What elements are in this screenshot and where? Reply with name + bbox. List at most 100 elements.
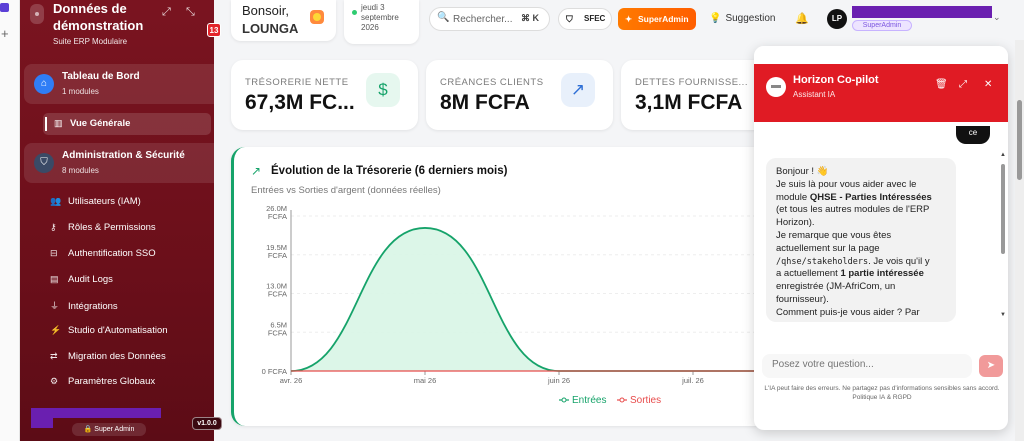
sidebar-item-migration[interactable]: ⇄ Migration des Données <box>50 351 166 367</box>
copilot-title: Horizon Co-pilot <box>793 74 879 86</box>
group-label: Tableau de Bord <box>62 71 140 82</box>
y-tick-label: 6.5M FCFA <box>268 320 287 337</box>
scroll-thumb[interactable] <box>1001 164 1005 254</box>
company-name: LOUNGA <box>242 21 299 36</box>
kpi-card-creances[interactable]: CRÉANCES CLIENTS 8M FCFA ↗ <box>426 60 613 130</box>
msg-line: (et tous les autres modules de l'ERP <box>776 204 930 216</box>
sidebar-item-label: Vue Générale <box>70 118 131 129</box>
send-button[interactable]: ➤ <box>979 355 1003 377</box>
group-count: 1 modules <box>62 87 99 96</box>
msg-line: Horizon). <box>776 217 815 229</box>
page-scrollbar[interactable] <box>1015 40 1024 441</box>
user-message-bubble: ce <box>956 126 990 144</box>
file-icon: ▤ <box>50 274 59 284</box>
question-input[interactable] <box>772 359 962 370</box>
sidebar-group-admin[interactable]: ⛉ Administration & Sécurité 8 modules <box>24 143 214 183</box>
assistant-message: Bonjour ! 👋 Je suis là pour vous aider a… <box>766 158 956 322</box>
sidebar-item-roles[interactable]: ⚷ Rôles & Permissions <box>50 222 156 238</box>
status-dot <box>352 10 357 15</box>
copilot-question-field[interactable] <box>762 354 972 378</box>
y-tick-label: 0 FCFA <box>262 367 287 376</box>
x-tick-label: avr. 26 <box>280 376 303 385</box>
greeting-card: Bonsoir, LOUNGA <box>231 0 336 41</box>
lock-icon: 🔒 <box>83 426 93 433</box>
msg-line: fournisseur). <box>776 293 829 305</box>
sidebar-item-sso[interactable]: ⊟ Authentification SSO <box>50 248 156 264</box>
msg-line: Comment puis-je vous aider ? Par <box>776 306 920 318</box>
bolt-icon: ⚡ <box>50 325 62 335</box>
sso-icon: ⊟ <box>50 248 58 258</box>
trend-up-icon: ↗ <box>561 73 595 107</box>
sidebar-item-audit[interactable]: ▤ Audit Logs <box>50 274 113 290</box>
sparkle-icon: ✦ <box>625 14 633 24</box>
shield-check-icon: ⛉ <box>566 14 573 24</box>
date-month: septembre <box>361 13 399 22</box>
kpi-label: CRÉANCES CLIENTS <box>440 77 544 88</box>
shield-icon: ⛉ <box>34 153 54 173</box>
suggestion-button[interactable]: 💡 Suggestion <box>709 13 776 24</box>
key-icon: ⚷ <box>50 222 57 232</box>
treasury-chart: 0 FCFA 6.5M FCFA 13.0M FCFA 19.5M FCFA 26.0M FCF… <box>262 204 771 406</box>
y-tick-label: 26.0M FCFA <box>266 204 287 221</box>
sidebar-item-settings[interactable]: ⚙ Paramètres Globaux <box>50 376 155 392</box>
msg-line: a actuellement 1 partie intéressée <box>776 268 924 280</box>
maximize-icon[interactable]: ⤢ <box>959 79 967 90</box>
arrows-icon: ⇄ <box>50 351 58 361</box>
sidebar-item-vue-generale[interactable]: ▥ Vue Générale <box>43 113 211 135</box>
sunset-icon <box>310 10 324 24</box>
msg-line: actuellement sur la page <box>776 242 880 254</box>
avatar[interactable]: LP <box>827 9 847 29</box>
scroll-down-icon[interactable]: ▼ <box>1000 312 1006 318</box>
superadmin-button[interactable]: ✦ SuperAdmin <box>618 8 696 30</box>
sidebar-group-dashboard[interactable]: ⌂ Tableau de Bord 1 modules <box>24 64 214 104</box>
series-area-Entrées <box>291 227 771 371</box>
page-scroll-thumb[interactable] <box>1017 100 1022 180</box>
left-edge-strip: + <box>0 0 20 441</box>
redacted-avatar <box>31 418 53 428</box>
x-tick-label: mai 26 <box>414 376 437 385</box>
close-icon[interactable]: ✕ <box>984 79 992 90</box>
kpi-card-tresorerie[interactable]: TRÉSORERIE NETTE 67,3M FC... $ <box>231 60 418 130</box>
kpi-value: 3,1M FCFA <box>635 91 743 114</box>
copilot-subtitle: Assistant IA <box>793 90 836 99</box>
chevron-down-icon[interactable]: ⌄ <box>993 12 1001 23</box>
user-role-badge: 🔒 Super Admin <box>72 423 146 436</box>
redacted-name <box>31 408 161 418</box>
sidebar-item-users[interactable]: 👥 Utilisateurs (IAM) <box>50 196 141 212</box>
x-tick-label: juil. 26 <box>681 376 704 385</box>
group-label: Administration & Sécurité <box>62 150 185 161</box>
app-square-icon[interactable] <box>0 3 9 12</box>
sidebar-item-automation[interactable]: ⚡ Studio d'Automatisation <box>50 325 168 341</box>
collapse-icon[interactable]: ⤡ <box>186 6 195 19</box>
group-count: 8 modules <box>62 166 99 175</box>
plus-icon[interactable]: + <box>1 27 9 40</box>
notification-badge[interactable]: 13 <box>207 23 221 37</box>
msg-line: enregistrée (JM-AfriCom, un <box>776 281 896 293</box>
x-tick-label: juin 26 <box>547 376 570 385</box>
date-year: 2026 <box>361 23 379 32</box>
search-input[interactable]: 🔍 Rechercher... ⌘ K <box>429 7 550 31</box>
msg-line: Bonjour ! 👋 <box>776 166 829 177</box>
copilot-panel: Horizon Co-pilot Assistant IA 🗑 ⤢ ✕ ce B… <box>754 46 1008 430</box>
expand-icon[interactable]: ⤢ <box>162 6 171 19</box>
bar-chart-icon: ▥ <box>54 118 63 128</box>
redacted-username <box>852 6 992 18</box>
kpi-value: 8M FCFA <box>440 91 530 114</box>
sidebar-item-integrations[interactable]: ⏚ Intégrations <box>50 299 118 315</box>
msg-line: Je suis là pour vous aider avec le <box>776 178 917 190</box>
plug-icon: ⏚ <box>50 301 60 311</box>
msg-line: Je remarque que vous êtes <box>776 229 892 241</box>
home-icon: ⌂ <box>34 74 54 94</box>
copilot-scrollbar[interactable]: ▲ ▼ <box>1000 152 1006 322</box>
copilot-header: Horizon Co-pilot Assistant IA 🗑 ⤢ ✕ <box>754 64 1008 122</box>
search-icon: 🔍 <box>437 12 450 23</box>
logo-icon[interactable] <box>30 4 44 24</box>
y-tick-label: 13.0M FCFA <box>266 282 287 299</box>
date-card: jeudi 3 septembre 2026 <box>344 0 419 44</box>
trash-icon[interactable]: 🗑 <box>935 79 948 90</box>
bell-icon[interactable]: 🔔 <box>795 12 809 25</box>
sfec-button[interactable]: ⛉ SFEC <box>558 8 612 30</box>
scroll-up-icon[interactable]: ▲ <box>1000 152 1006 158</box>
kpi-value: 67,3M FC... <box>245 91 355 114</box>
legend-dot <box>619 397 625 403</box>
